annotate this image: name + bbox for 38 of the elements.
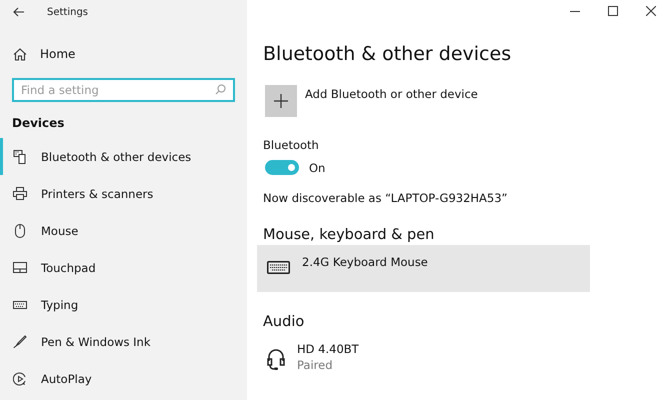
add-button[interactable] bbox=[265, 85, 297, 117]
nav-item[interactable]: Typing bbox=[0, 286, 247, 323]
autoplay-icon bbox=[13, 372, 27, 386]
home-link[interactable]: Home bbox=[0, 43, 247, 65]
device-icon bbox=[13, 150, 27, 164]
mouse-icon bbox=[13, 224, 27, 238]
section-heading: Mouse, keyboard & pen bbox=[263, 227, 436, 245]
toggle-state: On bbox=[309, 160, 326, 174]
nav-item[interactable]: Mouse bbox=[0, 212, 247, 249]
device-name: 2.4G Keyboard Mouse bbox=[302, 255, 428, 269]
pen-icon bbox=[13, 334, 27, 348]
device-name: HD 4.40BT bbox=[297, 342, 359, 356]
device-item[interactable]: 2.4G Keyboard Mouse bbox=[257, 245, 590, 292]
toggle-switch[interactable] bbox=[265, 160, 299, 175]
page-heading: Bluetooth & other devices bbox=[263, 43, 512, 67]
search-field[interactable]: Find a setting bbox=[12, 78, 235, 102]
nav-item[interactable]: Printers & scanners bbox=[0, 175, 247, 212]
nav-item[interactable]: Pen & Windows Ink bbox=[0, 323, 247, 360]
device-status: Paired bbox=[297, 358, 334, 372]
keyboard-icon bbox=[13, 300, 27, 308]
section-heading: Audio bbox=[263, 314, 306, 332]
close-icon[interactable] bbox=[646, 6, 656, 16]
search-icon bbox=[215, 84, 226, 95]
back-icon[interactable] bbox=[13, 7, 25, 17]
discoverable-text: Now discoverable as “LAPTOP-G932HA53” bbox=[263, 191, 508, 205]
section-heading: Devices bbox=[11, 116, 66, 132]
nav-item[interactable]: AutoPlay bbox=[0, 360, 247, 397]
maximize-icon[interactable] bbox=[608, 6, 618, 16]
home-icon bbox=[13, 48, 27, 60]
add-device-label[interactable]: Add Bluetooth or other device bbox=[305, 87, 478, 101]
keyboard-icon bbox=[267, 261, 290, 274]
printer-icon bbox=[13, 187, 27, 200]
touchpad-icon bbox=[13, 262, 27, 273]
window-title: Settings bbox=[47, 6, 88, 18]
bluetooth-label: Bluetooth bbox=[263, 138, 320, 152]
nav-item[interactable]: Touchpad bbox=[0, 249, 247, 286]
device-item[interactable]: HD 4.40BT Paired bbox=[257, 332, 590, 379]
headset-icon bbox=[267, 348, 285, 370]
